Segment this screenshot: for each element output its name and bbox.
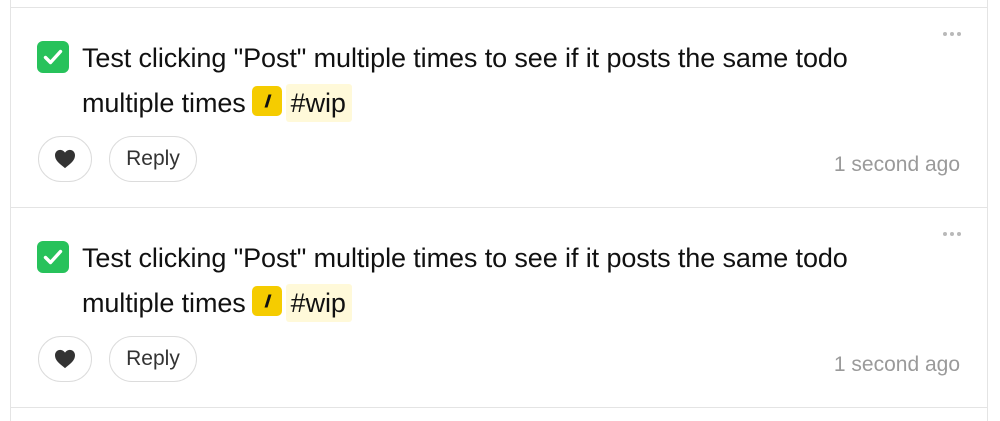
reply-button[interactable]: Reply xyxy=(109,336,197,382)
todo-text: Test clicking "Post" multiple times to s… xyxy=(82,243,848,318)
timestamp: 1 second ago xyxy=(833,153,960,176)
completed-checkbox-icon[interactable] xyxy=(37,241,69,273)
timestamp: 1 second ago xyxy=(833,353,960,376)
todo-content: Test clicking "Post" multiple times to s… xyxy=(82,236,942,326)
like-button[interactable] xyxy=(38,336,92,382)
todo-feed: Test clicking "Post" multiple times to s… xyxy=(10,0,988,421)
more-options-icon[interactable] xyxy=(941,26,963,36)
heart-icon xyxy=(55,349,75,369)
wip-tag[interactable]: #wip xyxy=(285,284,352,322)
wip-tag[interactable]: #wip xyxy=(285,84,352,122)
todo-post: Test clicking "Post" multiple times to s… xyxy=(11,7,987,207)
completed-checkbox-icon[interactable] xyxy=(37,41,69,73)
more-options-icon[interactable] xyxy=(941,226,963,236)
todo-post: Test clicking "Post" multiple times to s… xyxy=(11,207,987,407)
like-button[interactable] xyxy=(38,136,92,182)
lightning-bolt-icon[interactable] xyxy=(251,86,282,116)
todo-content: Test clicking "Post" multiple times to s… xyxy=(82,36,942,126)
reply-button[interactable]: Reply xyxy=(109,136,197,182)
lightning-bolt-icon[interactable] xyxy=(251,286,282,316)
heart-icon xyxy=(55,149,75,169)
divider xyxy=(11,407,987,408)
todo-text: Test clicking "Post" multiple times to s… xyxy=(82,43,848,118)
